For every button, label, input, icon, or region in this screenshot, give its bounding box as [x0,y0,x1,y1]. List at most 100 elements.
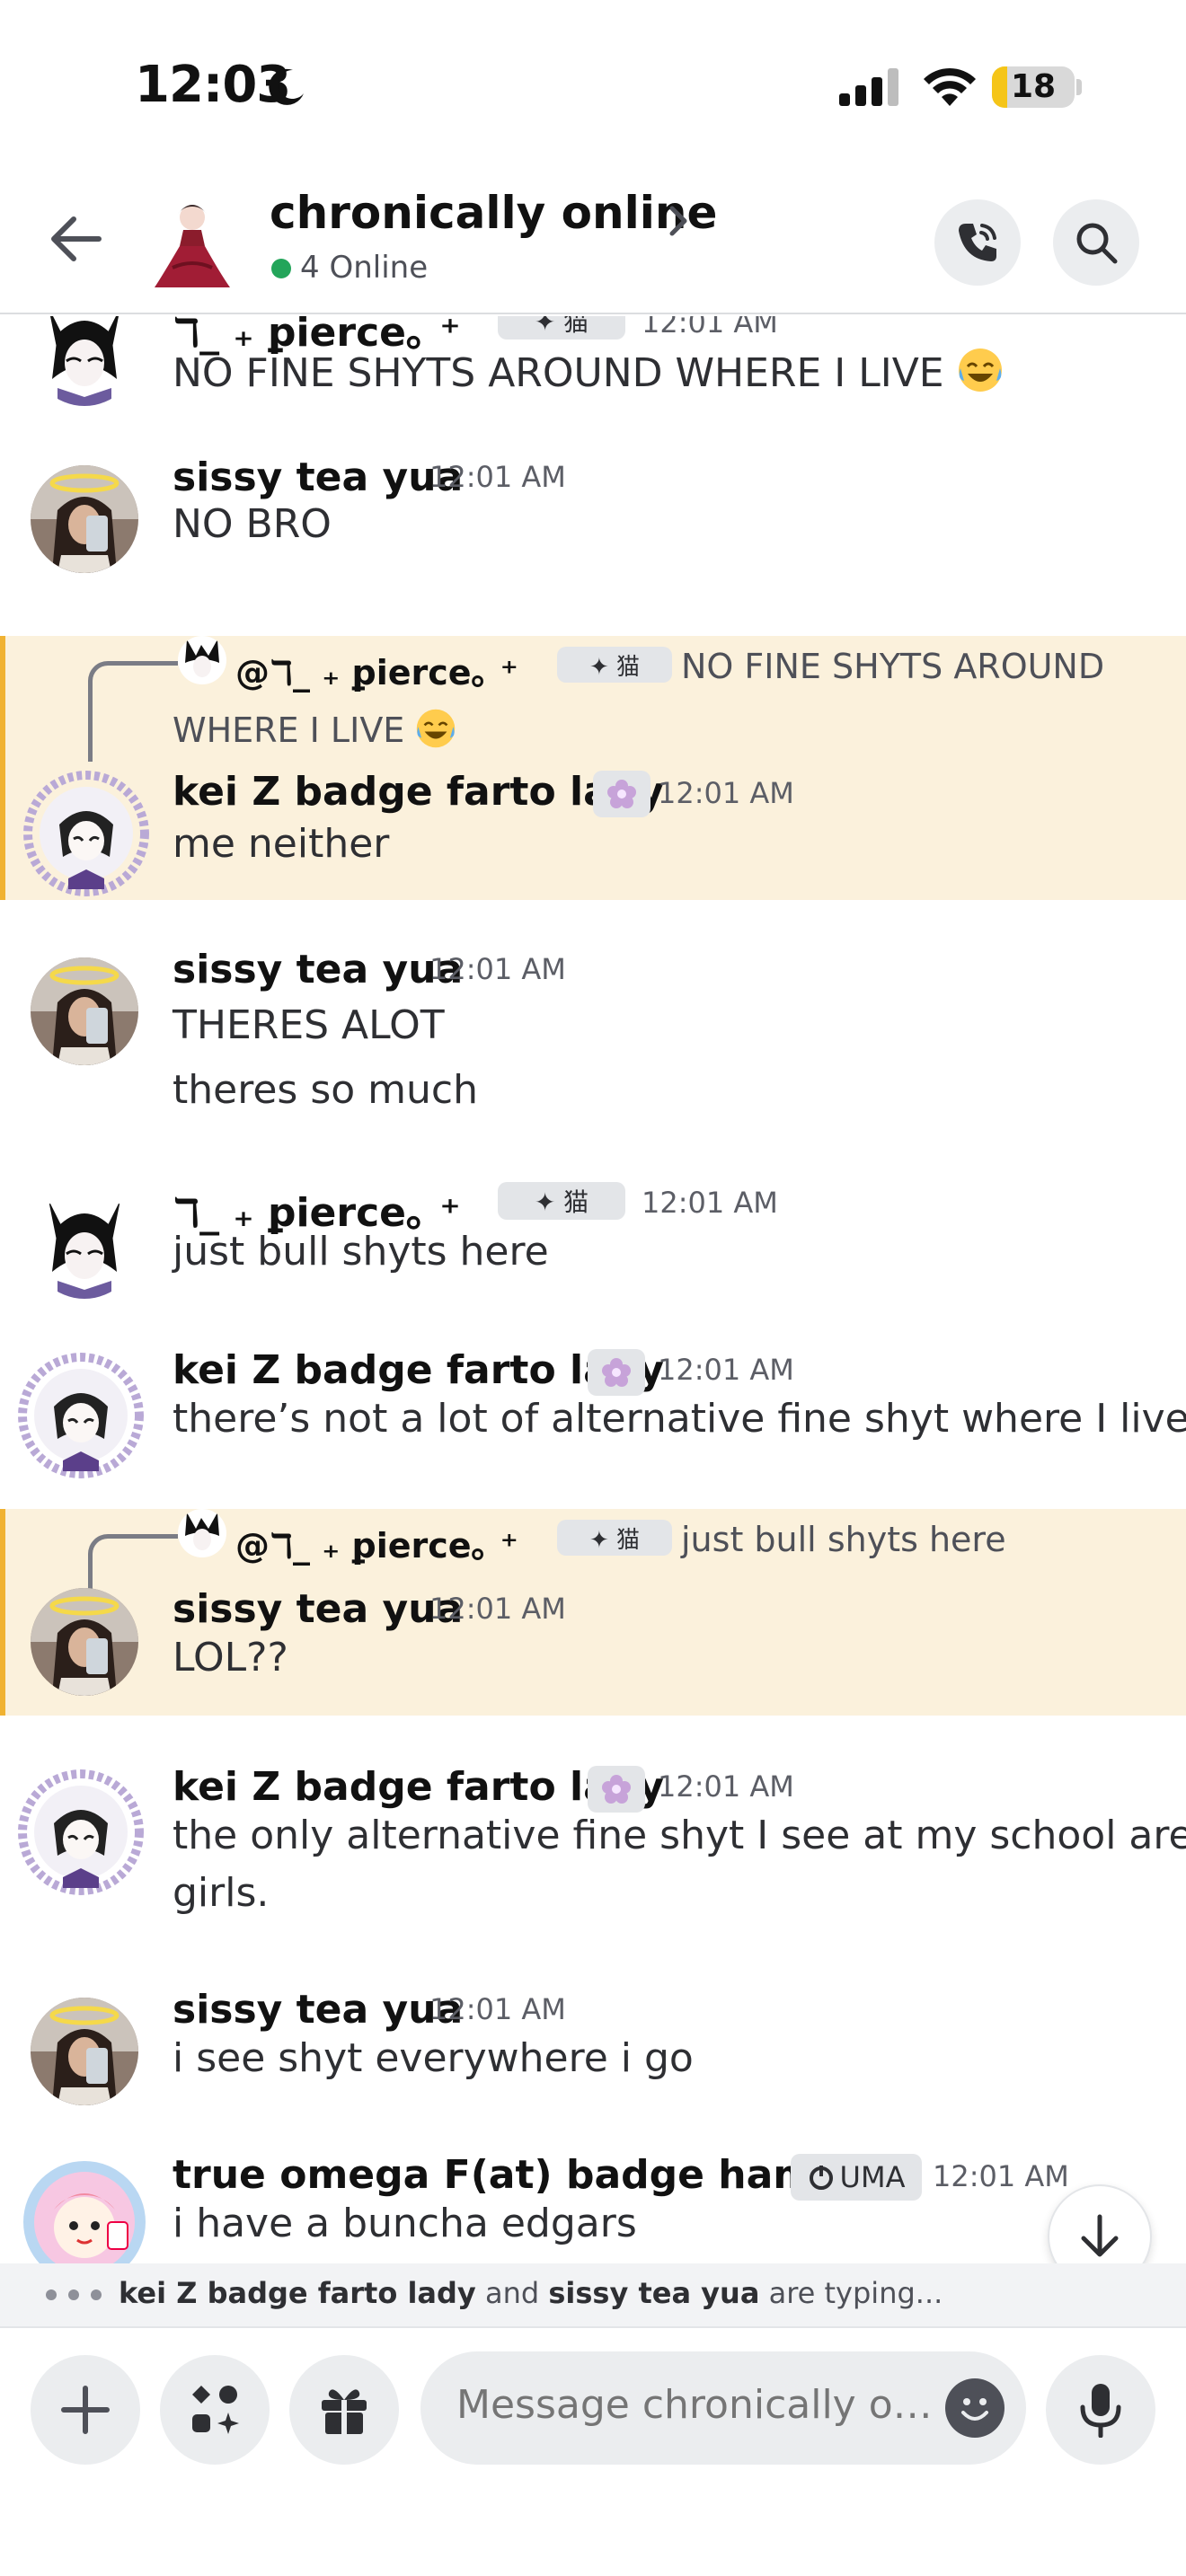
avatar-pierce[interactable] [31,316,138,406]
avatar-pierce[interactable] [31,1191,138,1299]
voice-message-button[interactable] [1046,2355,1155,2465]
message-text: LOL?? [173,1635,288,1681]
status-bar: 12:03 18 [0,0,1186,171]
channel-name[interactable]: chronically online [270,187,717,239]
message-item[interactable]: sissy tea yua 12:01 AM NO BRO [0,451,1186,586]
message-text: THERES ALOT [173,1002,445,1048]
message-text: NO FINE SHYTS AROUND WHERE I LIVE [173,347,1004,396]
message-text: i see shyt everywhere i go [173,2035,694,2081]
message-timestamp: 12:01 AM [658,1769,794,1804]
typing-text: kei Z badge farto lady and sissy tea yua… [119,2276,943,2310]
search-button[interactable] [1053,199,1139,286]
message-text: the only alternative fine shyt I see at … [173,1813,1186,1858]
message-input[interactable] [456,2382,942,2428]
wifi-icon [924,67,976,106]
message-timestamp: 12:01 AM [429,460,566,494]
message-list[interactable]: ℸ_ ₊ ꝑierce｡ ⁺ ✦ 猫 12:01 AM NO FINE SHYT… [0,316,1186,2263]
message-item-highlighted[interactable]: @ℸ_ ₊ ꝑierce｡ ⁺ ✦ 猫 NO FINE SHYTS AROUND… [0,636,1186,900]
message-author[interactable]: kei Z badge farto lady [173,769,664,815]
microphone-icon [1080,2384,1121,2438]
role-badge: ✦ 猫 [557,647,672,683]
role-badge: ✦ 猫 [557,1520,672,1556]
battery-nub [1076,79,1082,95]
voice-call-button[interactable] [934,199,1021,286]
gift-button[interactable] [289,2355,399,2465]
message-text: NO BRO [173,501,332,547]
moon-icon [269,68,304,105]
flower-icon [602,1358,631,1387]
role-badge: ✦ 猫 [498,316,625,340]
reply-connector [88,661,178,762]
phone-icon [959,224,996,261]
reply-author[interactable]: @ℸ_ ₊ ꝑierce｡ ⁺ [235,1518,518,1567]
typing-dots-icon [46,2289,102,2300]
reply-author[interactable]: @ℸ_ ₊ ꝑierce｡ ⁺ [235,645,518,694]
avatar-kei[interactable] [23,771,149,896]
message-timestamp: 12:01 AM [658,1353,794,1387]
message-item[interactable]: ℸ_ ₊ ꝑierce｡ ⁺ ✦ 猫 12:01 AM just bull sh… [0,1177,1186,1320]
reply-preview[interactable]: just bull shyts here [681,1520,1006,1559]
attach-button[interactable] [31,2355,140,2465]
avatar-sissy-tea-yua[interactable] [31,1588,138,1696]
gift-icon [322,2389,367,2434]
emoji-button[interactable] [945,2378,1005,2438]
channel-avatar[interactable] [147,196,234,289]
avatar-hampter[interactable] [22,2159,147,2263]
message-item[interactable]: kei Z badge farto lady 12:01 AM there’s … [0,1344,1186,1487]
message-item-highlighted[interactable]: @ℸ_ ₊ ꝑierce｡ ⁺ ✦ 猫 just bull shyts here… [0,1509,1186,1716]
role-badge-flower [588,1766,645,1813]
apps-button[interactable] [160,2355,270,2465]
battery-percent: 18 [1010,68,1057,105]
emoji-icon [961,2398,988,2421]
message-author[interactable]: sissy tea yua [173,947,463,992]
channel-header: chronically online 4 Online [0,171,1186,314]
avatar-sissy-tea-yua[interactable] [31,465,138,573]
message-input-container[interactable] [420,2351,1026,2465]
message-item[interactable]: true omega F(at) badge hampter UMA 12:01… [0,2148,1186,2263]
avatar-kei[interactable] [18,1769,144,1895]
message-text: i have a buncha edgars [173,2201,637,2246]
message-timestamp: 12:01 AM [429,1592,566,1626]
chevron-right-icon[interactable] [665,203,692,239]
message-text: me neither [173,821,390,867]
message-author[interactable]: sissy tea yua [173,1586,463,1632]
message-timestamp: 12:01 AM [429,952,566,986]
typing-indicator: kei Z badge farto lady and sissy tea yua… [0,2263,1186,2326]
message-timestamp: 12:01 AM [429,1992,566,2026]
avatar-kei[interactable] [18,1353,144,1478]
message-author[interactable]: sissy tea yua [173,1987,463,2033]
role-badge: UMA [791,2154,922,2201]
message-item[interactable]: sissy tea yua 12:01 AM i see shyt everyw… [0,1983,1186,2127]
search-icon [1076,223,1118,264]
apps-icon [192,2386,239,2434]
flower-icon [602,1775,631,1804]
battery-indicator: 18 [992,66,1075,108]
back-arrow-icon [51,216,102,261]
reply-preview-continued[interactable]: WHERE I LIVE [173,708,456,750]
flower-icon [607,780,636,808]
message-timestamp: 12:01 AM [933,2159,1069,2193]
power-icon [809,2166,833,2190]
message-timestamp: 12:01 AM [642,316,778,340]
laugh-cry-emoji [417,709,456,748]
message-item[interactable]: kei Z badge farto lady 12:01 AM the only… [0,1760,1186,1940]
message-text: girls. [173,1870,270,1916]
message-timestamp: 12:01 AM [642,1186,778,1220]
signal-icon [839,68,898,106]
back-button[interactable] [40,203,111,275]
reply-preview[interactable]: NO FINE SHYTS AROUND [681,647,1104,686]
online-status-dot [271,259,291,278]
message-item[interactable]: ℸ_ ₊ ꝑierce｡ ⁺ ✦ 猫 12:01 AM NO FINE SHYT… [0,316,1186,424]
laugh-cry-emoji [958,348,1002,392]
role-badge: ✦ 猫 [498,1182,625,1220]
avatar-sissy-tea-yua[interactable] [31,1998,138,2105]
plus-icon [61,2386,110,2434]
online-count: 4 Online [300,250,429,286]
reply-avatar [178,636,226,684]
message-item[interactable]: sissy tea yua 12:01 AM THERES ALOT there… [0,943,1186,1141]
avatar-sissy-tea-yua[interactable] [31,957,138,1065]
message-text: just bull shyts here [173,1229,549,1275]
message-composer [0,2326,1186,2576]
arrow-down-icon [1081,2214,1119,2257]
message-author[interactable]: sissy tea yua [173,454,463,500]
